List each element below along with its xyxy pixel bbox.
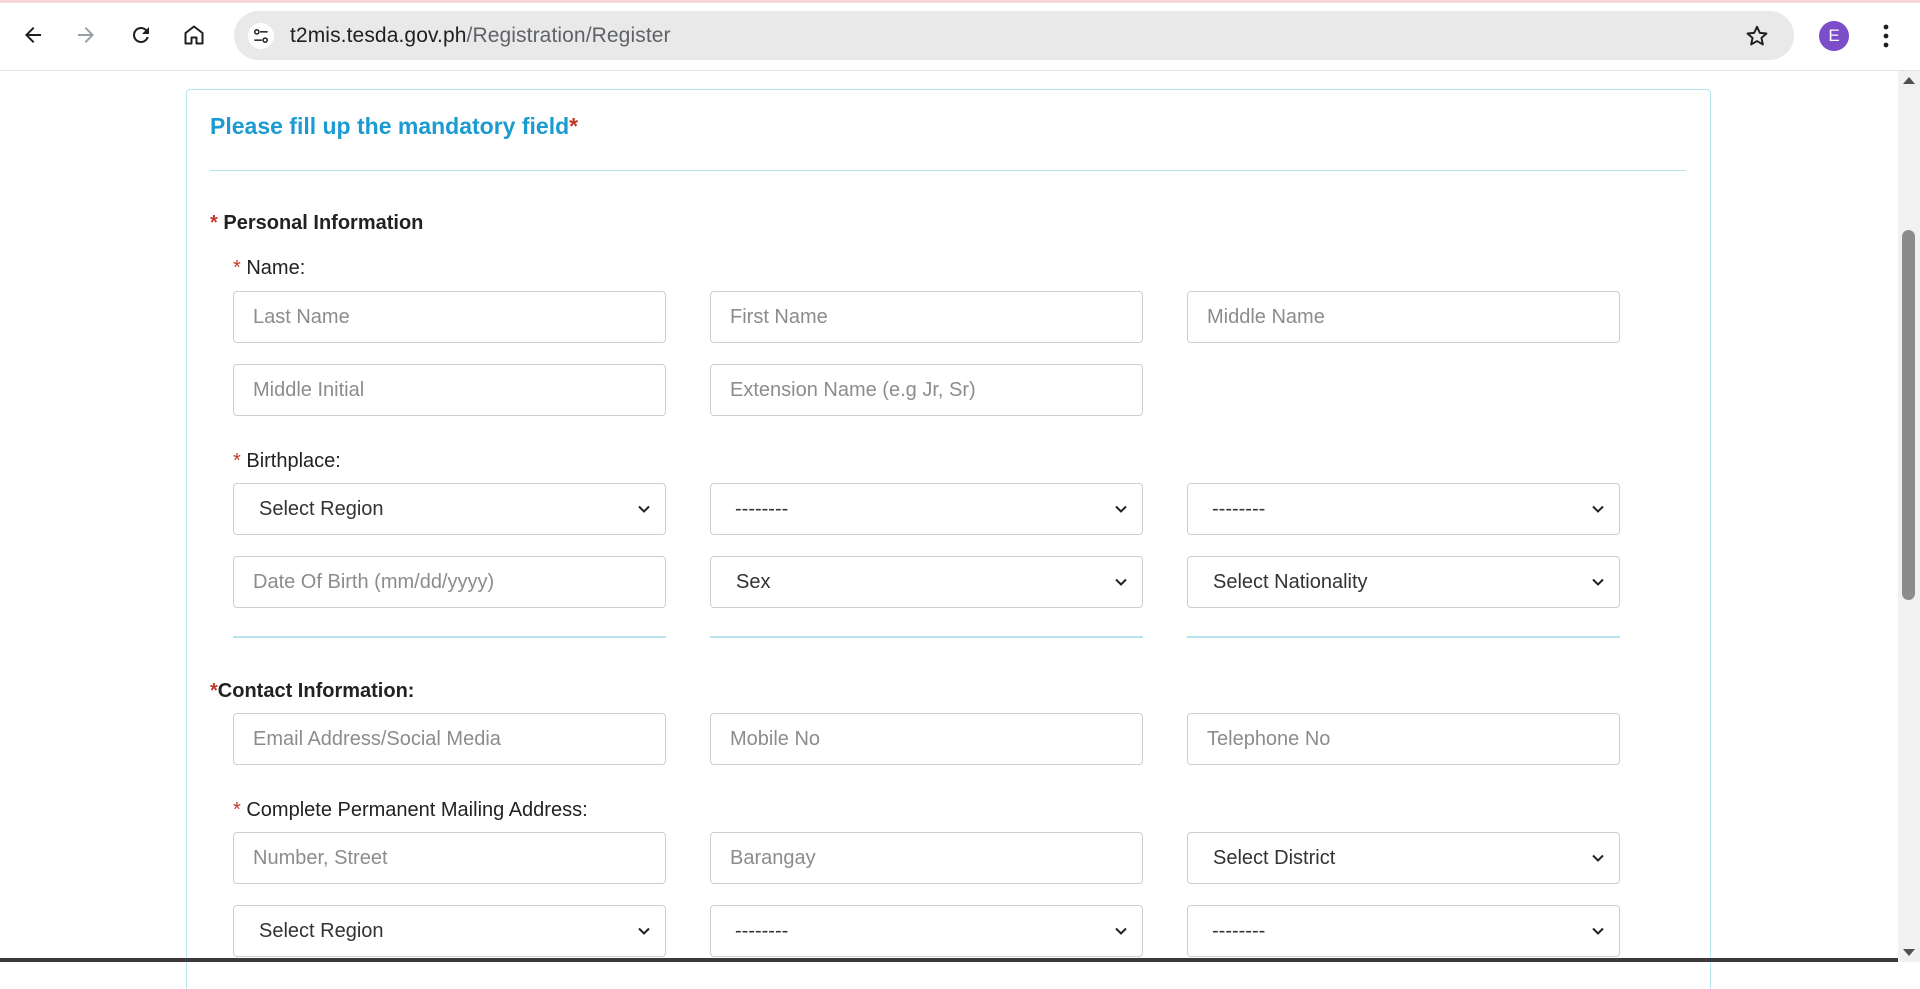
required-mark: * <box>233 257 241 279</box>
required-mark: * <box>569 113 579 139</box>
contact-information-heading: *Contact Information: <box>210 680 414 703</box>
district-select[interactable]: Select District <box>1187 832 1620 884</box>
date-of-birth-input[interactable] <box>233 556 666 608</box>
back-button[interactable] <box>13 15 53 55</box>
form-title-text: Please fill up the mandatory field <box>210 113 570 139</box>
required-mark: * <box>210 212 218 234</box>
tab-strip-edge <box>0 0 1920 3</box>
home-button[interactable] <box>174 15 214 55</box>
section-label-text: Contact Information: <box>217 680 415 702</box>
chevron-down-icon <box>1592 927 1604 935</box>
mailing-address-label: * Complete Permanent Mailing Address: <box>233 799 588 822</box>
chevron-down-icon <box>1592 578 1604 586</box>
chevron-down-icon <box>638 927 650 935</box>
field-underline <box>233 636 666 638</box>
chevron-down-icon <box>1592 505 1604 513</box>
url-path: /Registration/Register <box>466 24 671 47</box>
select-value: -------- <box>735 919 789 942</box>
middle-initial-input[interactable] <box>233 364 666 416</box>
tune-icon <box>253 29 268 44</box>
birthplace-region-select[interactable]: Select Region <box>233 483 666 535</box>
mobile-number-input[interactable] <box>710 713 1143 765</box>
nationality-select[interactable]: Select Nationality <box>1187 556 1620 608</box>
more-menu-icon[interactable] <box>1874 18 1898 54</box>
arrow-right-icon <box>78 27 94 43</box>
scrollbar-thumb[interactable] <box>1902 230 1915 600</box>
field-label-text: Birthplace: <box>246 450 341 472</box>
birthplace-label: * Birthplace: <box>233 450 341 473</box>
sex-select[interactable]: Sex <box>710 556 1143 608</box>
chevron-down-icon <box>1115 578 1127 586</box>
chevron-down-icon <box>1592 854 1604 862</box>
section-label-text: Personal Information <box>223 212 424 234</box>
select-value: Select Region <box>259 919 384 942</box>
home-icon <box>184 25 204 45</box>
reload-button[interactable] <box>121 15 161 55</box>
field-label-text: Name: <box>246 257 306 279</box>
browser-toolbar: t2mis.tesda.gov.ph/Registration/Register… <box>0 0 1920 71</box>
barangay-input[interactable] <box>710 832 1143 884</box>
page-scrollbar[interactable] <box>1898 71 1920 962</box>
select-value: Select Nationality <box>1213 570 1368 593</box>
bookmark-star-icon[interactable] <box>1744 23 1770 49</box>
select-value: Select District <box>1213 846 1336 869</box>
field-label-text: Complete Permanent Mailing Address: <box>246 799 588 821</box>
title-divider <box>210 170 1686 171</box>
required-mark: * <box>233 799 241 821</box>
reload-icon <box>132 26 149 43</box>
field-underline <box>1187 636 1620 638</box>
chevron-down-icon <box>1115 927 1127 935</box>
extension-name-input[interactable] <box>710 364 1143 416</box>
select-value: Sex <box>736 570 771 593</box>
birthplace-province-select[interactable]: -------- <box>710 483 1143 535</box>
chevron-down-icon <box>638 505 650 513</box>
arrow-left-icon <box>25 27 41 43</box>
first-name-input[interactable] <box>710 291 1143 343</box>
scroll-down-arrow-icon[interactable] <box>1903 949 1915 956</box>
email-field[interactable] <box>233 713 666 765</box>
street-input[interactable] <box>233 832 666 884</box>
middle-name-input[interactable] <box>1187 291 1620 343</box>
form-title: Please fill up the mandatory field* <box>210 113 578 140</box>
select-value: -------- <box>1212 497 1266 520</box>
select-value: -------- <box>735 497 789 520</box>
site-info-button[interactable] <box>248 23 274 49</box>
chevron-down-icon <box>1115 505 1127 513</box>
url-text[interactable]: t2mis.tesda.gov.ph/Registration/Register <box>290 24 671 48</box>
address-province-select[interactable]: -------- <box>710 905 1143 957</box>
window-bottom-edge <box>0 958 1898 962</box>
name-label: * Name: <box>233 257 305 280</box>
address-city-select[interactable]: -------- <box>1187 905 1620 957</box>
profile-avatar[interactable]: E <box>1819 21 1849 51</box>
birthplace-city-select[interactable]: -------- <box>1187 483 1620 535</box>
url-domain: t2mis.tesda.gov.ph <box>290 24 467 47</box>
required-mark: * <box>210 680 218 702</box>
telephone-number-input[interactable] <box>1187 713 1620 765</box>
required-mark: * <box>233 450 241 472</box>
address-bar[interactable]: t2mis.tesda.gov.ph/Registration/Register <box>234 11 1794 60</box>
last-name-input[interactable] <box>233 291 666 343</box>
scroll-up-arrow-icon[interactable] <box>1903 77 1915 84</box>
address-region-select[interactable]: Select Region <box>233 905 666 957</box>
field-underline <box>710 636 1143 638</box>
select-value: Select Region <box>259 497 384 520</box>
forward-button[interactable] <box>66 15 106 55</box>
personal-information-heading: * Personal Information <box>210 212 423 235</box>
select-value: -------- <box>1212 919 1266 942</box>
